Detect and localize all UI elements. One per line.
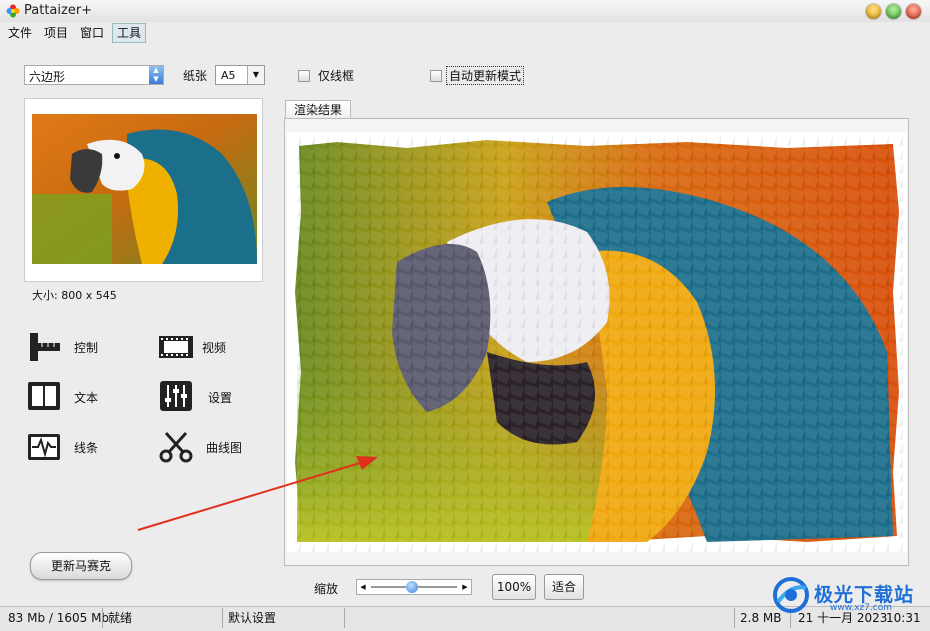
status-divider bbox=[344, 608, 345, 628]
fit-button[interactable]: 适合 bbox=[544, 574, 584, 600]
sliders-icon[interactable] bbox=[158, 380, 194, 412]
minimize-button[interactable] bbox=[866, 4, 881, 19]
tool-lines-label[interactable]: 线条 bbox=[74, 439, 98, 456]
window-title: Pattaizer+ bbox=[24, 3, 93, 18]
menu-project[interactable]: 项目 bbox=[40, 24, 72, 42]
scissors-icon[interactable] bbox=[158, 431, 194, 463]
arrow-left-icon[interactable]: ◀ bbox=[357, 580, 369, 594]
app-flower-icon bbox=[6, 4, 20, 18]
tool-settings-label[interactable]: 设置 bbox=[208, 389, 232, 406]
status-memory: 83 Mb / 1605 Mb bbox=[8, 611, 110, 625]
maximize-button[interactable] bbox=[886, 4, 901, 19]
zoom-label: 缩放 bbox=[314, 582, 339, 596]
tool-video-label[interactable]: 视频 bbox=[202, 339, 226, 356]
waveform-icon[interactable] bbox=[26, 431, 62, 463]
arrow-right-icon[interactable]: ▶ bbox=[459, 580, 471, 594]
frame-only-checkbox[interactable] bbox=[298, 70, 310, 82]
status-divider bbox=[222, 608, 223, 628]
chevron-down-icon: ▼ bbox=[247, 66, 264, 84]
close-button[interactable] bbox=[906, 4, 921, 19]
shape-select[interactable]: 六边形 ▲ ▼ bbox=[24, 65, 164, 85]
status-divider bbox=[734, 608, 735, 628]
film-icon[interactable] bbox=[158, 331, 194, 363]
paper-select[interactable]: A5 ▼ bbox=[215, 65, 265, 85]
source-image-thumbnail[interactable] bbox=[32, 114, 257, 264]
spinner-arrows-icon: ▲ ▼ bbox=[149, 66, 163, 84]
zoom-slider-thumb[interactable] bbox=[405, 581, 418, 593]
mosaic-render-canvas[interactable] bbox=[287, 132, 907, 552]
zoom-slider[interactable]: ◀ ▶ bbox=[356, 579, 472, 595]
status-divider bbox=[102, 608, 103, 628]
title-bar bbox=[0, 0, 930, 22]
auto-update-checkbox[interactable] bbox=[430, 70, 442, 82]
menu-bar: 文件 项目 窗口 工具 bbox=[0, 23, 930, 43]
paper-select-value: A5 bbox=[221, 69, 236, 82]
image-size-text: 大小: 800 x 545 bbox=[32, 289, 117, 302]
ruler-icon[interactable] bbox=[26, 331, 62, 363]
auto-update-label[interactable]: 自动更新模式 bbox=[446, 66, 525, 85]
tool-control-label[interactable]: 控制 bbox=[74, 339, 98, 356]
watermark-logo-icon bbox=[773, 577, 809, 613]
status-preset: 默认设置 bbox=[228, 611, 277, 625]
menu-window[interactable]: 窗口 bbox=[76, 24, 108, 42]
shape-select-value: 六边形 bbox=[29, 70, 66, 84]
tool-curve-label[interactable]: 曲线图 bbox=[206, 439, 242, 456]
book-icon[interactable] bbox=[26, 380, 62, 412]
tool-text-label[interactable]: 文本 bbox=[74, 389, 98, 406]
zoom-100-button[interactable]: 100% bbox=[492, 574, 536, 600]
menu-tools[interactable]: 工具 bbox=[112, 23, 147, 43]
menu-file[interactable]: 文件 bbox=[4, 24, 36, 42]
paper-label: 纸张 bbox=[183, 69, 208, 83]
frame-only-label[interactable]: 仅线框 bbox=[318, 67, 354, 84]
update-mosaic-button[interactable]: 更新马赛克 bbox=[30, 552, 132, 580]
watermark-url: www.xz7.com bbox=[830, 603, 892, 613]
tab-render-result[interactable]: 渲染结果 bbox=[285, 100, 351, 119]
status-state: 就绪 bbox=[108, 611, 133, 625]
